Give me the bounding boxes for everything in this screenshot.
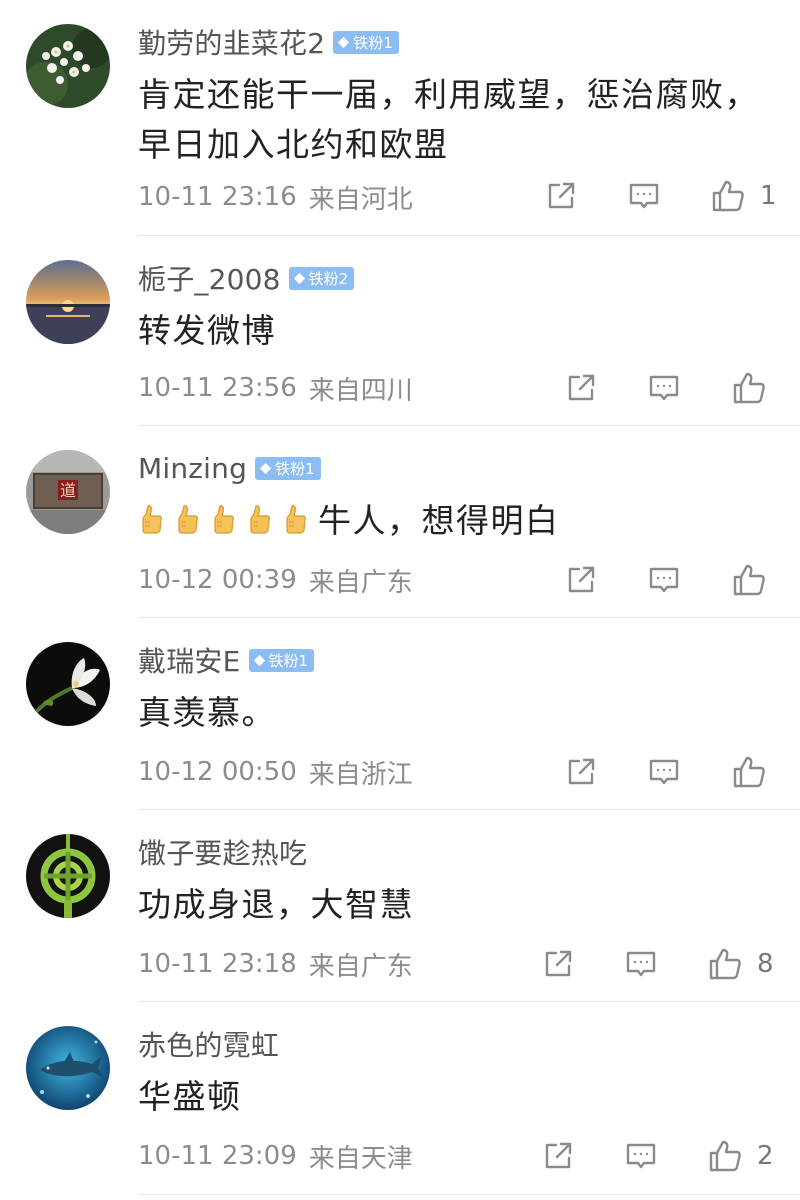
comment-icon — [649, 375, 679, 401]
fan-badge[interactable]: 铁粉1 — [248, 648, 315, 672]
share-icon — [545, 1142, 572, 1169]
comment-button[interactable] — [623, 1138, 659, 1174]
location: 来自天津 — [308, 1143, 413, 1174]
username[interactable]: 勤劳的韭菜花2 — [138, 22, 325, 62]
comment-text-row: 牛人，想得明白 — [138, 496, 778, 546]
like-button[interactable]: 1 — [710, 176, 777, 216]
thumbs-up-emoji — [210, 502, 238, 536]
share-icon — [545, 950, 572, 977]
comment-icon — [626, 951, 656, 977]
location: 来自河北 — [308, 184, 413, 215]
diamond-icon — [293, 272, 305, 284]
fan-badge[interactable]: 铁粉1 — [255, 456, 321, 480]
thumbs-up-emoji — [138, 502, 166, 536]
thumbs-up-icon — [709, 948, 741, 980]
comment-button[interactable] — [626, 178, 662, 214]
username[interactable]: 戴瑞安E — [138, 640, 241, 680]
share-icon — [548, 182, 575, 209]
thumbs-up-emoji — [282, 502, 310, 536]
username[interactable]: 馓子要趁热吃 — [138, 832, 307, 872]
emoji-group — [138, 501, 318, 540]
comment-item: 勤劳的韭菜花2 铁粉1 肯定还能干一届，利用威望，惩治腐败，早日加入北约和欧盟 … — [0, 0, 800, 236]
like-button[interactable]: 2 — [707, 1136, 774, 1176]
divider — [138, 1194, 800, 1195]
comment-text: 真羡慕。 — [138, 693, 276, 732]
comment-item: 戴瑞安E 铁粉1 真羡慕。 10-12 00:50 来自浙江 — [0, 618, 800, 810]
share-icon — [568, 758, 595, 785]
comment-button[interactable] — [646, 754, 682, 790]
share-button[interactable] — [543, 178, 579, 214]
comment-item: 赤色的霓虹 华盛顿 10-11 23:09 来自天津 2 — [0, 1002, 800, 1200]
timestamp: 10-11 23:18 — [138, 949, 297, 979]
like-button[interactable] — [731, 752, 781, 792]
comment-icon — [629, 183, 659, 209]
location: 来自浙江 — [308, 759, 413, 790]
svg-text:道: 道 — [60, 481, 76, 500]
diamond-icon — [260, 462, 272, 474]
thumbs-up-emoji — [174, 502, 202, 536]
badge-label: 铁粉1 — [268, 651, 309, 670]
location: 来自广东 — [308, 951, 413, 982]
like-count: 8 — [757, 949, 774, 979]
like-button[interactable] — [731, 368, 781, 408]
comment-text: 华盛顿 — [138, 1077, 242, 1116]
username[interactable]: 赤色的霓虹 — [138, 1024, 279, 1064]
comment-item: 栀子_2008 铁粉2 转发微博 10-11 23:56 来自四川 — [0, 236, 800, 428]
fan-badge[interactable]: 铁粉2 — [288, 266, 355, 290]
badge-label: 铁粉2 — [308, 269, 349, 288]
comment-button[interactable] — [646, 370, 682, 406]
comment-icon — [649, 567, 679, 593]
like-button[interactable]: 8 — [707, 944, 774, 984]
share-button[interactable] — [540, 946, 576, 982]
comment-item: 馓子要趁热吃 功成身退，大智慧 10-11 23:18 来自广东 8 — [0, 810, 800, 1002]
share-icon — [568, 566, 595, 593]
thumbs-up-icon — [733, 756, 765, 788]
like-button[interactable] — [731, 560, 781, 600]
fan-badge[interactable]: 铁粉1 — [333, 30, 399, 54]
comment-text: 功成身退，大智慧 — [138, 885, 414, 924]
timestamp: 10-11 23:56 — [138, 373, 297, 403]
comment-text: 肯定还能干一届，利用威望，惩治腐败，早日加入北约和欧盟 — [138, 75, 759, 164]
calligraphy-plaque-avatar[interactable]: 道 — [26, 450, 110, 534]
like-count: 1 — [760, 181, 777, 211]
jade-knot-avatar[interactable] — [26, 834, 110, 918]
share-button[interactable] — [540, 1138, 576, 1174]
timestamp: 10-12 00:50 — [138, 757, 297, 787]
sunset-sea-avatar[interactable] — [26, 260, 110, 344]
share-icon — [568, 374, 595, 401]
thumbs-up-emoji — [246, 502, 274, 536]
white-orchid-avatar[interactable] — [26, 642, 110, 726]
timestamp: 10-12 00:39 — [138, 565, 297, 595]
like-count: 2 — [757, 1141, 774, 1171]
timestamp: 10-11 23:09 — [138, 1141, 297, 1171]
thumbs-up-icon — [733, 372, 765, 404]
badge-label: 铁粉1 — [353, 33, 393, 52]
share-button[interactable] — [563, 370, 599, 406]
shark-underwater-avatar[interactable] — [26, 1026, 110, 1110]
username[interactable]: Minzing — [138, 452, 247, 485]
share-button[interactable] — [563, 754, 599, 790]
badge-label: 铁粉1 — [275, 459, 315, 478]
comment-text: 牛人，想得明白 — [318, 501, 560, 540]
diamond-icon — [338, 36, 350, 48]
location: 来自广东 — [308, 567, 413, 598]
thumbs-up-icon — [709, 1140, 741, 1172]
diamond-icon — [253, 654, 265, 666]
username[interactable]: 栀子_2008 — [138, 258, 281, 298]
thumbs-up-icon — [712, 180, 744, 212]
thumbs-up-icon — [733, 564, 765, 596]
comment-item: 道 Minzing 铁粉1 牛人，想得明白 10-12 00:39 来自广东 — [0, 426, 800, 618]
comment-button[interactable] — [646, 562, 682, 598]
timestamp: 10-11 23:16 — [138, 182, 297, 212]
location: 来自四川 — [308, 375, 413, 406]
comment-icon — [626, 1143, 656, 1169]
comment-icon — [649, 759, 679, 785]
white-flowers-avatar[interactable] — [26, 24, 110, 108]
comment-text: 转发微博 — [138, 311, 276, 350]
comment-button[interactable] — [623, 946, 659, 982]
share-button[interactable] — [563, 562, 599, 598]
